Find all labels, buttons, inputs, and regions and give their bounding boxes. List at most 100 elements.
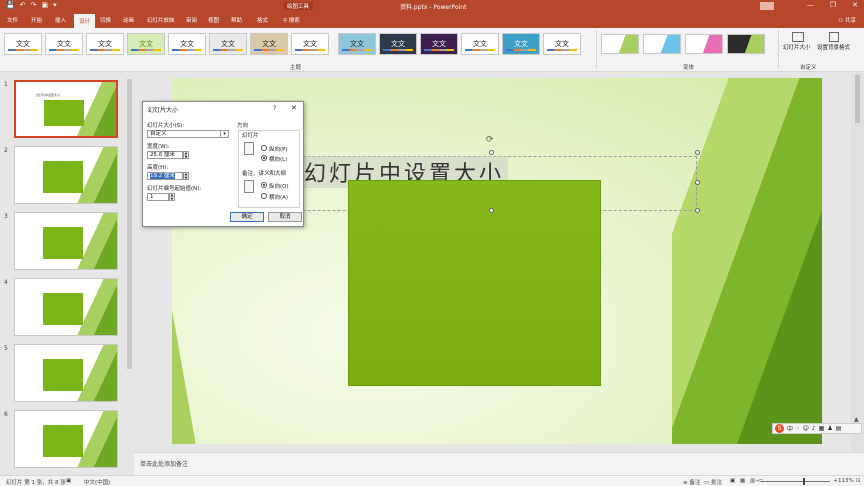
zoom-out-icon[interactable]: − — [755, 478, 760, 484]
theme-11[interactable]: 文文 — [420, 33, 458, 55]
zoom-in-icon[interactable]: + — [833, 478, 838, 484]
theme-12[interactable]: 文文 — [461, 33, 499, 55]
variant-1[interactable] — [601, 34, 639, 54]
ime-chinese-icon[interactable]: 中 — [787, 424, 793, 433]
width-input[interactable]: 25.6 厘米 — [147, 151, 183, 159]
start-number-input[interactable]: 1 — [147, 193, 169, 201]
theme-office[interactable]: 文文 — [4, 33, 42, 55]
start-slideshow-icon[interactable]: ▣ — [41, 1, 48, 9]
notes-pane[interactable]: 单击此处添加备注 — [134, 452, 864, 475]
slide-portrait-radio[interactable] — [261, 145, 267, 151]
thumbnails-scrollbar[interactable] — [127, 79, 132, 369]
language-label[interactable]: 中文(中国) — [84, 478, 110, 486]
dialog-close-button[interactable]: ✕ — [291, 104, 297, 112]
sorter-view-icon[interactable]: ▦ — [740, 478, 745, 484]
notes-portrait-radio[interactable] — [261, 182, 267, 188]
resize-handle[interactable] — [695, 180, 700, 185]
editor-scrollbar[interactable]: ▲ ▼ — [851, 73, 864, 451]
save-icon[interactable]: 💾 — [6, 1, 15, 9]
format-background-button[interactable]: 设置背景格式 — [817, 32, 851, 51]
spell-check-icon[interactable]: ▣ — [66, 478, 71, 484]
maximize-button[interactable]: ❐ — [830, 1, 836, 9]
contextual-tool-label: 绘图工具 — [283, 2, 314, 10]
green-rectangle[interactable] — [348, 180, 601, 386]
theme-8[interactable]: 文文 — [291, 33, 329, 55]
sogou-icon[interactable]: S — [775, 424, 784, 433]
height-input[interactable]: 19.2 厘米 — [147, 172, 183, 180]
close-button[interactable]: ✕ — [852, 1, 858, 9]
ime-keyboard-icon[interactable]: ▦ — [819, 425, 825, 432]
variant-2[interactable] — [643, 34, 681, 54]
tab-file[interactable]: 文件 — [7, 16, 18, 24]
tab-review[interactable]: 审阅 — [186, 16, 197, 24]
theme-7[interactable]: 文文 — [250, 33, 288, 55]
theme-14[interactable]: 文文 — [543, 33, 581, 55]
variant-4[interactable] — [727, 34, 765, 54]
ok-button[interactable]: 确定 — [230, 212, 264, 222]
notes-toggle[interactable]: ≡ 备注 — [683, 478, 700, 486]
tell-me-search[interactable]: ⚲ 搜索 — [283, 16, 300, 24]
thumbnail-slide-1[interactable]: 幻灯片中设置大小 — [14, 80, 118, 138]
slide-portrait-label[interactable]: 纵向(P) — [269, 145, 288, 153]
ime-skin-icon[interactable]: ♟ — [827, 425, 832, 432]
rotate-handle-icon[interactable]: ⟳ — [486, 135, 494, 145]
zoom-slider[interactable] — [760, 481, 830, 482]
slide-landscape-label[interactable]: 横向(L) — [269, 155, 287, 163]
minimize-button[interactable]: — — [807, 1, 814, 9]
ime-punct-icon[interactable]: ◦ — [796, 425, 800, 432]
tab-animations[interactable]: 动画 — [123, 16, 134, 24]
zoom-level[interactable]: 113% — [838, 478, 854, 484]
ime-tools-icon[interactable]: ▤ — [836, 425, 842, 432]
thumbnail-slide-5[interactable] — [14, 344, 118, 402]
ime-emoji-icon[interactable]: ☺ — [803, 425, 809, 432]
theme-9[interactable]: 文文 — [338, 33, 376, 55]
tab-help[interactable]: 帮助 — [231, 16, 242, 24]
tab-view[interactable]: 视图 — [208, 16, 219, 24]
cancel-button[interactable]: 取消 — [268, 212, 302, 222]
theme-green[interactable]: 文文 — [127, 33, 165, 55]
tab-design[interactable]: 设计 — [74, 14, 96, 28]
slide-landscape-radio[interactable] — [261, 155, 267, 161]
theme-13[interactable]: 文文 — [502, 33, 540, 55]
resize-handle[interactable] — [489, 150, 494, 155]
thumbnail-slide-6[interactable] — [14, 410, 118, 468]
notes-portrait-label[interactable]: 纵向(O) — [269, 182, 289, 190]
help-button[interactable]: ? — [273, 105, 276, 112]
notes-landscape-radio[interactable] — [261, 193, 267, 199]
theme-10[interactable]: 文文 — [379, 33, 417, 55]
thumbnail-slide-4[interactable] — [14, 278, 118, 336]
theme-5[interactable]: 文文 — [168, 33, 206, 55]
thumbnail-slide-3[interactable] — [14, 212, 118, 270]
start-number-stepper[interactable]: ▲ ▼ — [169, 193, 175, 201]
normal-view-icon[interactable]: ▣ — [730, 478, 735, 484]
tab-slideshow[interactable]: 幻灯片放映 — [147, 16, 175, 24]
theme-6[interactable]: 文文 — [209, 33, 247, 55]
theme-3[interactable]: 文文 — [86, 33, 124, 55]
fit-to-window-icon[interactable]: ⊡ — [856, 478, 861, 484]
zoom-slider-knob[interactable] — [803, 478, 805, 485]
undo-icon[interactable]: ↶ — [20, 1, 26, 9]
notes-landscape-label[interactable]: 横向(A) — [269, 193, 288, 201]
variant-3[interactable] — [685, 34, 723, 54]
resize-handle[interactable] — [695, 208, 700, 213]
theme-2[interactable]: 文文 — [45, 33, 83, 55]
ime-mic-icon[interactable]: ♪ — [812, 425, 816, 432]
tab-format[interactable]: 格式 — [257, 16, 268, 24]
customize-qa-icon[interactable]: ▾ — [53, 1, 57, 9]
tab-transitions[interactable]: 切换 — [100, 16, 111, 24]
thumbnail-slide-2[interactable] — [14, 146, 118, 204]
share-button[interactable]: ⚇ 共享 — [838, 16, 856, 24]
slide-size-select[interactable]: 自定义 ▾ — [147, 130, 229, 138]
slide-size-button[interactable]: 幻灯片大小 — [783, 32, 813, 51]
height-stepper[interactable]: ▲ ▼ — [183, 172, 189, 180]
scroll-thumb[interactable] — [855, 75, 860, 123]
tab-insert[interactable]: 插入 — [55, 16, 66, 24]
scroll-up-icon[interactable]: ▲ — [854, 416, 859, 423]
tab-home[interactable]: 开始 — [31, 16, 42, 24]
resize-handle[interactable] — [695, 150, 700, 155]
redo-icon[interactable]: ↷ — [31, 1, 37, 9]
comments-toggle[interactable]: ▭ 批注 — [704, 478, 722, 486]
account-avatar[interactable] — [760, 2, 774, 10]
width-stepper[interactable]: ▲ ▼ — [183, 151, 189, 159]
resize-handle[interactable] — [489, 208, 494, 213]
